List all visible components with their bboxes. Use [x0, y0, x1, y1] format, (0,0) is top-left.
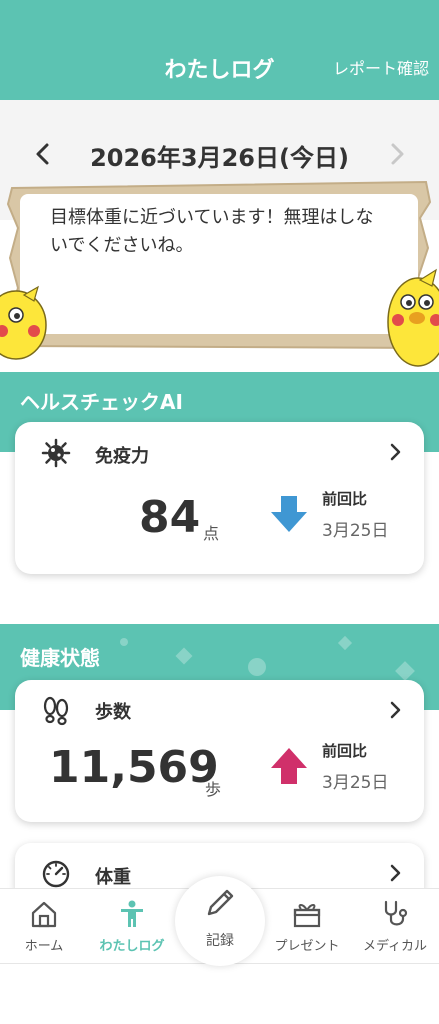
home-icon	[31, 901, 57, 928]
steps-compare-date: 3月25日	[322, 773, 389, 793]
record-label: 記録	[206, 933, 234, 949]
tab-mylog-label: わたしログ	[99, 939, 165, 954]
chevron-right-icon[interactable]	[384, 138, 410, 170]
decoration	[248, 658, 266, 676]
immunity-card[interactable]: 免疫力 84 点 前回比 3月25日	[15, 422, 424, 574]
mascot-left-image	[0, 285, 47, 360]
tab-home[interactable]: ホーム	[0, 889, 88, 965]
weight-label: 体重	[95, 867, 131, 888]
current-date: 2026年3月26日(今日)	[90, 144, 349, 172]
chevron-right-icon[interactable]	[387, 862, 405, 884]
stethoscope-icon	[384, 900, 408, 926]
steps-value: 11,569	[49, 742, 219, 793]
section-title-health-check: ヘルスチェックAI	[20, 390, 183, 414]
decoration	[337, 635, 353, 651]
immunity-value: 84	[139, 492, 201, 543]
immunity-compare-label: 前回比	[322, 490, 368, 508]
immunity-compare-date: 3月25日	[322, 521, 389, 541]
steps-compare-label: 前回比	[322, 742, 368, 760]
gauge-icon	[42, 860, 70, 888]
tab-present[interactable]: プレゼント	[263, 889, 351, 965]
immunity-label: 免疫力	[95, 446, 149, 467]
immunity-unit: 点	[203, 524, 220, 543]
section-title-health-status: 健康状態	[20, 646, 100, 670]
mascot-right-image	[387, 268, 439, 367]
chevron-right-icon[interactable]	[387, 441, 405, 463]
chevron-left-icon[interactable]	[30, 138, 56, 170]
decoration	[395, 661, 415, 681]
steps-label: 歩数	[95, 702, 131, 723]
virus-icon	[41, 438, 71, 468]
person-icon	[121, 900, 143, 927]
report-link[interactable]: レポート確認	[333, 55, 429, 79]
footprints-icon	[43, 696, 69, 726]
tab-medical[interactable]: メディカル	[351, 889, 439, 965]
arrow-down-icon	[271, 496, 307, 532]
record-button[interactable]: 記録	[175, 876, 265, 966]
pencil-icon	[207, 889, 234, 916]
arrow-up-icon	[271, 748, 307, 784]
tab-medical-label: メディカル	[362, 939, 428, 954]
steps-card[interactable]: 歩数 11,569 歩 前回比 3月25日	[15, 680, 424, 822]
steps-unit: 歩	[205, 780, 222, 799]
chevron-right-icon[interactable]	[387, 699, 405, 721]
app-header: わたしログ レポート確認	[0, 0, 439, 100]
advice-message: 目標体重に近づいています！無理はしないでくださいね。	[50, 207, 374, 256]
tab-mylog[interactable]: わたしログ	[88, 889, 176, 965]
decoration	[175, 647, 193, 665]
gift-icon	[293, 904, 321, 928]
decoration	[120, 638, 128, 646]
